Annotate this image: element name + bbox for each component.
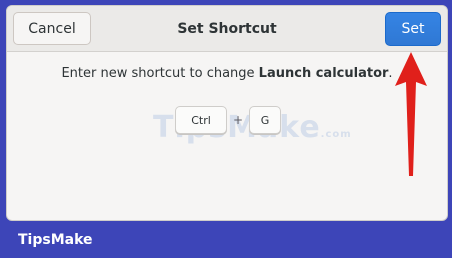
key-g: G [249, 106, 281, 134]
shortcut-prompt: Enter new shortcut to change Launch calc… [7, 66, 447, 81]
shortcut-keys: Ctrl + G [175, 106, 281, 134]
prompt-prefix: Enter new shortcut to change [61, 66, 259, 81]
prompt-action: Launch calculator [258, 66, 389, 81]
prompt-suffix: . [388, 66, 393, 81]
key-separator: + [232, 113, 244, 127]
set-shortcut-dialog: Cancel Set Shortcut Set Enter new shortc… [6, 5, 448, 221]
dialog-title: Set Shortcut [177, 21, 277, 37]
set-button[interactable]: Set [385, 12, 441, 46]
footer-brand: TipsMake [18, 232, 93, 248]
red-arrow-icon [395, 52, 427, 176]
key-ctrl: Ctrl [175, 106, 227, 134]
header-bar: Cancel Set Shortcut Set [7, 6, 447, 52]
